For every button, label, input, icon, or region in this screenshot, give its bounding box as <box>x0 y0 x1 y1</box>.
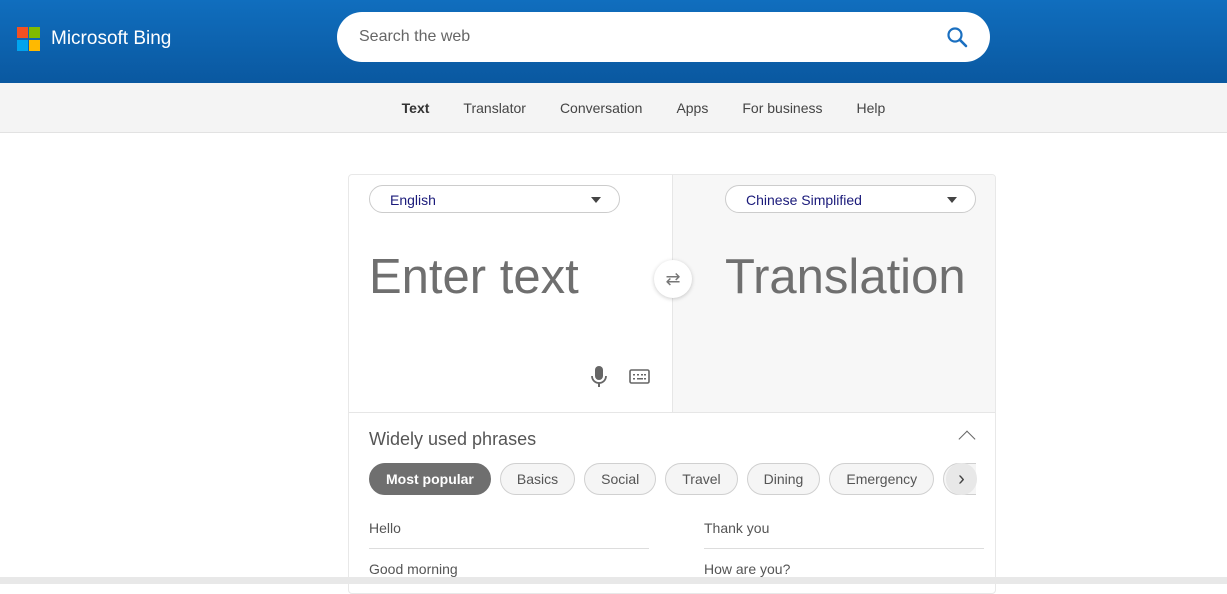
source-language-select[interactable]: English <box>369 185 620 213</box>
caret-down-icon <box>947 197 957 203</box>
search-box <box>337 12 990 62</box>
chip-social[interactable]: Social <box>584 463 657 495</box>
chip-most-popular[interactable]: Most popular <box>369 463 491 495</box>
microphone-icon[interactable] <box>591 366 607 388</box>
phrase-item[interactable]: How are you? <box>704 561 984 589</box>
horizontal-scrollbar[interactable] <box>0 577 1227 584</box>
next-categories-button[interactable]: › <box>946 463 977 495</box>
nav-conversation[interactable]: Conversation <box>560 100 643 116</box>
chip-emergency[interactable]: Emergency <box>829 463 935 495</box>
microsoft-logo-icon <box>17 27 41 51</box>
translation-output: Translation <box>725 250 966 304</box>
phrase-item[interactable]: Thank you <box>704 520 984 549</box>
translator-card: Chinese Simplified Translation English E… <box>348 174 996 594</box>
phrase-item[interactable]: Good morning <box>369 561 649 589</box>
chevron-right-icon: › <box>958 467 965 490</box>
divider <box>349 412 995 413</box>
caret-down-icon <box>591 197 601 203</box>
bing-logo[interactable]: Microsoft Bing <box>17 27 171 51</box>
nav-apps[interactable]: Apps <box>676 100 708 116</box>
target-language-label: Chinese Simplified <box>746 192 862 208</box>
target-language-select[interactable]: Chinese Simplified <box>725 185 976 213</box>
brand-name: Microsoft Bing <box>51 28 172 49</box>
chip-dining[interactable]: Dining <box>746 463 821 495</box>
swap-icon: ⇄ <box>665 268 681 289</box>
collapse-chevron-icon[interactable] <box>958 430 976 448</box>
search-icon[interactable] <box>946 26 968 48</box>
nav-translator[interactable]: Translator <box>463 100 526 116</box>
phrases-title: Widely used phrases <box>369 429 537 449</box>
keyboard-icon[interactable] <box>629 369 650 384</box>
nav-for-business[interactable]: For business <box>742 100 822 116</box>
chip-basics[interactable]: Basics <box>499 463 576 495</box>
swap-languages-button[interactable]: ⇄ <box>654 260 692 298</box>
text-input[interactable]: Enter text <box>369 249 579 305</box>
search-input[interactable] <box>359 28 946 46</box>
chip-travel[interactable]: Travel <box>665 463 738 495</box>
phrase-categories: Most popular Basics Social Travel Dining… <box>369 463 976 495</box>
nav-text[interactable]: Text <box>402 100 430 116</box>
output-pane: Chinese Simplified Translation <box>672 175 995 412</box>
phrase-item[interactable]: Hello <box>369 520 649 549</box>
nav-help[interactable]: Help <box>857 100 886 116</box>
source-language-label: English <box>390 192 436 208</box>
header: Microsoft Bing <box>0 0 1227 83</box>
nav-bar: Text Translator Conversation Apps For bu… <box>0 83 1227 133</box>
